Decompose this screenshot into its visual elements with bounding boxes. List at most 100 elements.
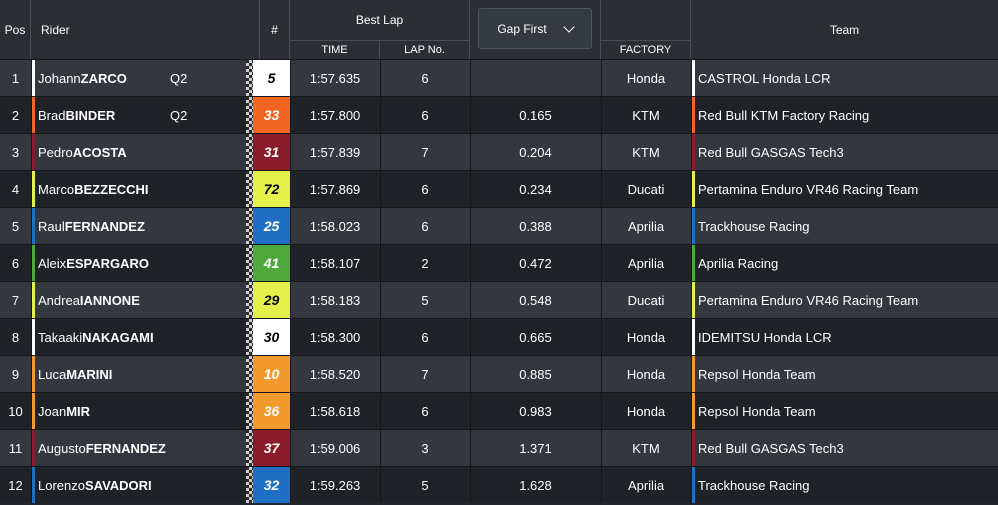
rider-number: 30: [253, 319, 290, 355]
gap-first-value: 0.165: [519, 107, 552, 123]
column-divider: [31, 97, 32, 133]
column-divider: [691, 208, 692, 244]
rider-last-name: FERNANDEZ: [85, 440, 166, 456]
table-row[interactable]: 1 Johann ZARCO Q2 5 1:57.635 6 Honda CASTROL Ho…: [0, 59, 998, 96]
rider-first-name: Joan: [38, 403, 67, 419]
rider-name: Aleix ESPARGARO: [38, 245, 168, 281]
gap-first-value: 0.234: [519, 181, 552, 197]
table-row[interactable]: 8 Takaaki NAKAGAMI 30 1:58.300 6 0.665 Honda ID…: [0, 318, 998, 355]
column-divider: [691, 430, 692, 466]
column-divider: [31, 356, 32, 392]
checkered-flag-strip: [246, 356, 253, 392]
factory-name: Aprilia: [627, 218, 665, 234]
column-divider: [470, 97, 471, 133]
rider-name: Johann ZARCO: [38, 60, 168, 96]
rider-last-name: ESPARGARO: [66, 255, 150, 271]
column-divider: [601, 134, 602, 170]
column-divider: [470, 208, 471, 244]
gap-first-dropdown[interactable]: Gap First: [478, 8, 592, 49]
position-cell: 6: [11, 255, 20, 271]
checkered-flag-strip: [246, 60, 253, 96]
table-row[interactable]: 3 Pedro ACOSTA 31 1:57.839 7 0.204 KTM Red Bull…: [0, 133, 998, 170]
column-divider: [470, 60, 471, 96]
team-name: Trackhouse Racing: [698, 218, 810, 234]
rider-number: 10: [253, 356, 290, 392]
column-divider: [470, 134, 471, 170]
results-table: Pos Rider # Best Lap TIME LAP No. Gap Fi…: [0, 0, 998, 505]
column-divider: [601, 430, 602, 466]
gap-first-value: 0.885: [519, 366, 552, 382]
rider-first-name: Marco: [38, 181, 75, 197]
position-cell: 3: [11, 144, 20, 160]
best-lap-time: 1:59.006: [309, 440, 361, 456]
position-cell: 2: [11, 107, 20, 123]
column-divider: [380, 467, 381, 503]
gap-first-value: 1.371: [519, 440, 552, 456]
gap-first-value: 1.628: [519, 477, 552, 493]
factory-name: Honda: [626, 366, 666, 382]
factory-name: Honda: [626, 403, 666, 419]
best-lap-time: 1:59.263: [309, 477, 361, 493]
team-name: Red Bull GASGAS Tech3: [698, 144, 844, 160]
factory-name: Ducati: [627, 181, 665, 197]
rider-name: Brad BINDER: [38, 97, 168, 133]
best-lap-number: 6: [421, 329, 429, 345]
table-header: Pos Rider # Best Lap TIME LAP No. Gap Fi…: [0, 0, 998, 59]
rider-name: Lorenzo SAVADORI: [38, 467, 168, 503]
rider-first-name: Johann: [38, 70, 81, 86]
column-divider: [601, 356, 602, 392]
best-lap-time: 1:58.520: [309, 366, 361, 382]
column-divider: [470, 430, 471, 466]
column-divider: [380, 97, 381, 133]
column-divider: [31, 134, 32, 170]
column-divider: [601, 319, 602, 355]
column-divider: [691, 393, 692, 429]
rider-first-name: Aleix: [38, 255, 67, 271]
checkered-flag-strip: [246, 171, 253, 207]
column-divider: [691, 319, 692, 355]
best-lap-time: 1:58.300: [309, 329, 361, 345]
table-row[interactable]: 2 Brad BINDER Q2 33 1:57.800 6 0.165 KTM Red Bul…: [0, 96, 998, 133]
checkered-flag-strip: [246, 282, 253, 318]
table-row[interactable]: 6 Aleix ESPARGARO 41 1:58.107 2 0.472 Aprilia A…: [0, 244, 998, 281]
rider-name: Luca MARINI: [38, 356, 168, 392]
rider-name: Pedro ACOSTA: [38, 134, 168, 170]
column-divider: [691, 245, 692, 281]
table-row[interactable]: 4 Marco BEZZECCHI 72 1:57.869 6 0.234 Ducati Pe…: [0, 170, 998, 207]
rider-first-name: Raul: [38, 218, 65, 234]
best-lap-time: 1:57.869: [309, 181, 361, 197]
qualifier-tag: Q2: [170, 70, 188, 86]
table-row[interactable]: 5 Raul FERNANDEZ 25 1:58.023 6 0.388 Aprilia Tr…: [0, 207, 998, 244]
column-divider: [31, 245, 32, 281]
position-cell: 1: [11, 70, 20, 86]
column-divider: [290, 467, 291, 503]
rider-last-name: NAKAGAMI: [82, 329, 154, 345]
checkered-flag-strip: [246, 208, 253, 244]
team-name: Red Bull GASGAS Tech3: [698, 440, 844, 456]
position-cell: 4: [11, 181, 20, 197]
position-cell: 10: [8, 403, 23, 419]
rider-name: Raul FERNANDEZ: [38, 208, 168, 244]
column-divider: [380, 319, 381, 355]
column-divider: [380, 282, 381, 318]
rider-name: Augusto FERNANDEZ: [38, 430, 168, 466]
column-divider: [601, 467, 602, 503]
table-row[interactable]: 9 Luca MARINI 10 1:58.520 7 0.885 Honda Repsol …: [0, 355, 998, 392]
table-row[interactable]: 7 Andrea IANNONE 29 1:58.183 5 0.548 Ducati Per…: [0, 281, 998, 318]
checkered-flag-strip: [246, 430, 253, 466]
column-divider: [470, 282, 471, 318]
column-divider: [290, 319, 291, 355]
rider-name: Andrea IANNONE: [38, 282, 168, 318]
table-row[interactable]: 11 Augusto FERNANDEZ 37 1:59.006 3 1.371 KTM Re…: [0, 429, 998, 466]
column-divider: [691, 134, 692, 170]
rider-number: 41: [253, 245, 290, 281]
column-divider: [691, 356, 692, 392]
best-lap-number: 6: [421, 403, 429, 419]
column-divider: [470, 393, 471, 429]
table-row[interactable]: 10 Joan MIR 36 1:58.618 6 0.983 Honda Repsol Ho…: [0, 392, 998, 429]
best-lap-number: 6: [421, 70, 429, 86]
table-row[interactable]: 12 Lorenzo SAVADORI 32 1:59.263 5 1.628 Aprili…: [0, 466, 998, 503]
column-divider: [691, 467, 692, 503]
header-rider: Rider: [31, 0, 260, 59]
column-divider: [290, 282, 291, 318]
